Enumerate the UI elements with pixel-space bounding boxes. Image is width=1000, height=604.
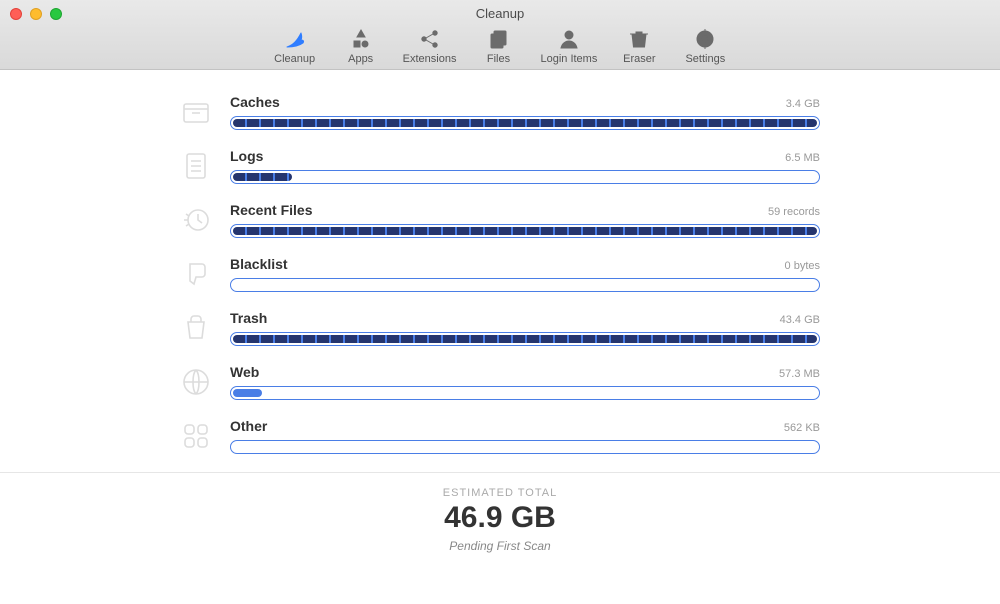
category-row-blacklist[interactable]: Blacklist 0 bytes bbox=[180, 256, 820, 292]
estimated-total-label: ESTIMATED TOTAL bbox=[0, 487, 1000, 499]
share-icon bbox=[418, 27, 442, 51]
category-list: Caches 3.4 GB Logs 6.5 MB bbox=[180, 94, 820, 454]
tab-settings[interactable]: Settings bbox=[681, 27, 729, 65]
thumbs-down-icon bbox=[180, 258, 212, 290]
progress-bar bbox=[230, 224, 820, 238]
titlebar: Cleanup Cleanup Apps Extensions Files Lo… bbox=[0, 0, 1000, 70]
progress-bar-fill bbox=[233, 335, 817, 343]
category-title: Blacklist bbox=[230, 256, 288, 272]
category-size: 57.3 MB bbox=[779, 368, 820, 380]
category-title: Caches bbox=[230, 94, 280, 110]
progress-bar-fill bbox=[233, 173, 292, 181]
tab-label: Apps bbox=[348, 53, 373, 65]
window-title: Cleanup bbox=[0, 6, 1000, 21]
document-icon bbox=[180, 150, 212, 182]
tab-extensions[interactable]: Extensions bbox=[403, 27, 457, 65]
category-title: Web bbox=[230, 364, 259, 380]
feather-icon bbox=[283, 27, 307, 51]
tab-files[interactable]: Files bbox=[474, 27, 522, 65]
tab-login-items[interactable]: Login Items bbox=[540, 27, 597, 65]
category-row-other[interactable]: Other 562 KB bbox=[180, 418, 820, 454]
tab-cleanup[interactable]: Cleanup bbox=[271, 27, 319, 65]
apps-icon bbox=[349, 27, 373, 51]
progress-bar-fill bbox=[233, 227, 817, 235]
history-icon bbox=[180, 204, 212, 236]
category-size: 562 KB bbox=[784, 422, 820, 434]
progress-bar bbox=[230, 170, 820, 184]
category-size: 0 bytes bbox=[785, 260, 820, 272]
globe-icon bbox=[180, 366, 212, 398]
category-row-recent-files[interactable]: Recent Files 59 records bbox=[180, 202, 820, 238]
tab-label: Files bbox=[487, 53, 510, 65]
tab-apps[interactable]: Apps bbox=[337, 27, 385, 65]
progress-bar-fill bbox=[233, 389, 262, 397]
progress-bar bbox=[230, 332, 820, 346]
trash-icon bbox=[627, 27, 651, 51]
toolbar: Cleanup Apps Extensions Files Login Item… bbox=[0, 27, 1000, 65]
progress-bar bbox=[230, 116, 820, 130]
footer: ESTIMATED TOTAL 46.9 GB Pending First Sc… bbox=[0, 472, 1000, 553]
user-icon bbox=[557, 27, 581, 51]
category-size: 43.4 GB bbox=[780, 314, 820, 326]
tab-label: Login Items bbox=[540, 53, 597, 65]
settings-icon bbox=[693, 27, 717, 51]
tab-label: Extensions bbox=[403, 53, 457, 65]
category-row-web[interactable]: Web 57.3 MB bbox=[180, 364, 820, 400]
category-title: Trash bbox=[230, 310, 267, 326]
progress-bar-fill bbox=[233, 119, 817, 127]
category-row-logs[interactable]: Logs 6.5 MB bbox=[180, 148, 820, 184]
grid-icon bbox=[180, 420, 212, 452]
category-title: Other bbox=[230, 418, 267, 434]
progress-bar bbox=[230, 440, 820, 454]
category-size: 3.4 GB bbox=[786, 98, 820, 110]
progress-bar bbox=[230, 386, 820, 400]
progress-bar bbox=[230, 278, 820, 292]
category-size: 59 records bbox=[768, 206, 820, 218]
trash-icon bbox=[180, 312, 212, 344]
box-icon bbox=[180, 96, 212, 128]
scan-status: Pending First Scan bbox=[0, 539, 1000, 553]
category-row-caches[interactable]: Caches 3.4 GB bbox=[180, 94, 820, 130]
tab-eraser[interactable]: Eraser bbox=[615, 27, 663, 65]
category-size: 6.5 MB bbox=[785, 152, 820, 164]
estimated-total-value: 46.9 GB bbox=[0, 501, 1000, 535]
category-title: Logs bbox=[230, 148, 263, 164]
tab-label: Cleanup bbox=[274, 53, 315, 65]
tab-label: Settings bbox=[685, 53, 725, 65]
category-title: Recent Files bbox=[230, 202, 312, 218]
category-row-trash[interactable]: Trash 43.4 GB bbox=[180, 310, 820, 346]
content-area: Caches 3.4 GB Logs 6.5 MB bbox=[0, 70, 1000, 604]
files-icon bbox=[486, 27, 510, 51]
tab-label: Eraser bbox=[623, 53, 655, 65]
